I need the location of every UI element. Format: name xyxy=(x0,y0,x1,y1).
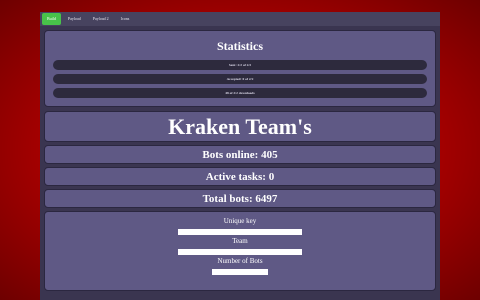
stat-downloads: 48 of 2/2 downloads xyxy=(53,88,427,98)
top-nav: Build Payload Payload 2 Icons xyxy=(40,12,440,26)
unique-key-label: Unique key xyxy=(223,217,257,225)
stat-accepted: Accepted: 0 of 2/2 xyxy=(53,74,427,84)
statistics-panel: Statistics Sent: 2/2 of 2/2 Accepted: 0 … xyxy=(44,30,436,107)
team-label: Team xyxy=(232,237,248,245)
bots-online-panel: Bots online: 405 xyxy=(44,145,436,164)
number-of-bots-label: Number of Bots xyxy=(217,257,263,265)
total-bots-text: Total bots: 6497 xyxy=(202,192,278,205)
nav-tab-icons[interactable]: Icons xyxy=(116,13,135,25)
total-bots-panel: Total bots: 6497 xyxy=(44,189,436,208)
bots-online-text: Bots online: 405 xyxy=(202,148,278,161)
stat-sent: Sent: 2/2 of 2/2 xyxy=(53,60,427,70)
page-title: Kraken Team's xyxy=(168,113,312,139)
unique-key-input[interactable] xyxy=(178,229,302,235)
nav-tab-payload-2[interactable]: Payload 2 xyxy=(88,13,114,25)
number-of-bots-input[interactable] xyxy=(212,269,268,275)
build-form: Unique key Team Number of Bots xyxy=(44,211,436,291)
statistics-heading: Statistics xyxy=(217,39,263,53)
active-tasks-panel: Active tasks: 0 xyxy=(44,167,436,186)
title-panel: Kraken Team's xyxy=(44,111,436,142)
nav-tab-build[interactable]: Build xyxy=(42,13,61,25)
nav-tab-payload[interactable]: Payload xyxy=(63,13,86,25)
app-frame: Build Payload Payload 2 Icons Statistics… xyxy=(40,12,440,300)
active-tasks-text: Active tasks: 0 xyxy=(205,170,275,183)
team-input[interactable] xyxy=(178,249,302,255)
